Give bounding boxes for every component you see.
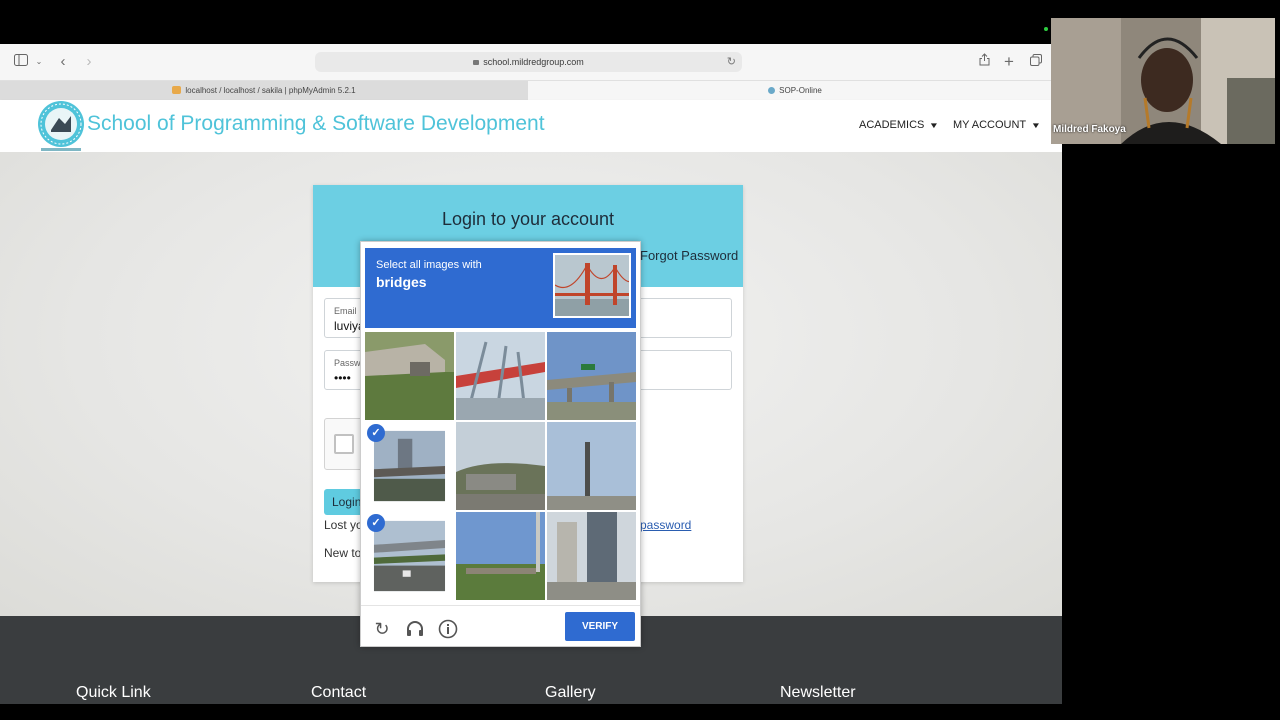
chevron-down-icon: ▼ [1030, 121, 1042, 130]
tab-label: localhost / localhost / sakila | phpMyAd… [185, 86, 356, 95]
captcha-tile[interactable] [547, 422, 636, 510]
back-icon[interactable]: ‹ [56, 53, 70, 71]
nav-label: MY ACCOUNT [953, 119, 1027, 131]
school-logo[interactable] [35, 100, 87, 152]
sop-favicon-icon [768, 87, 776, 94]
share-icon[interactable] [977, 53, 991, 71]
captcha-tile[interactable] [547, 512, 636, 600]
tab-overview-icon[interactable] [1029, 53, 1043, 71]
webcam-feed: Mildred Fakoya [1051, 18, 1275, 144]
checkmark-icon: ✓ [367, 514, 385, 532]
challenge-target: bridges [376, 274, 427, 290]
captcha-tile[interactable] [456, 512, 545, 600]
phpmyadmin-icon [172, 86, 182, 94]
captcha-tile[interactable] [547, 332, 636, 420]
tab-sop-online[interactable]: SOP-Online [528, 81, 1062, 101]
reload-icon[interactable]: ↻ [372, 619, 392, 639]
sidebar-toggle-icon[interactable] [13, 53, 29, 71]
captcha-tile[interactable] [365, 332, 454, 420]
captcha-tile[interactable] [456, 422, 545, 510]
new-user-text: New to [324, 546, 362, 560]
nav-my-account[interactable]: MY ACCOUNT ▼ [953, 119, 1042, 131]
address-bar[interactable]: school.mildredgroup.com ↻ [315, 52, 742, 72]
footer-newsletter: Newsletter [780, 684, 856, 701]
chevron-down-icon[interactable]: ⌄ [34, 53, 44, 71]
info-icon[interactable] [438, 619, 458, 639]
site-title[interactable]: School of Programming & Software Develop… [87, 112, 545, 136]
captcha-tile-selected[interactable]: ✓ [365, 512, 454, 600]
footer-contact: Contact [311, 684, 367, 701]
challenge-header: Select all images with bridges [365, 248, 636, 328]
chevron-down-icon: ▼ [929, 121, 940, 130]
nav-label: ACADEMICS [859, 119, 925, 131]
camera-indicator [1044, 27, 1048, 31]
password-value: •••• [334, 371, 351, 385]
challenge-footer-divider [361, 605, 640, 606]
email-label: Email [334, 306, 357, 316]
verify-button[interactable]: VERIFY [565, 612, 635, 641]
tab-label: SOP-Online [779, 86, 822, 95]
checkmark-icon: ✓ [367, 424, 385, 442]
audio-icon[interactable] [405, 619, 425, 639]
footer-quick-link: Quick Link [76, 684, 151, 701]
forward-icon[interactable]: › [82, 53, 96, 71]
sample-bridge-image [553, 253, 631, 318]
lost-password-text: Lost yo [324, 518, 363, 532]
site-header: School of Programming & Software Develop… [0, 100, 1062, 152]
challenge-instruction: Select all images with [376, 259, 482, 271]
browser-toolbar: ⌄ ‹ › school.mildredgroup.com ↻ + [0, 44, 1062, 80]
reload-icon[interactable]: ↻ [727, 52, 736, 72]
captcha-tile[interactable] [456, 332, 545, 420]
captcha-tile-selected[interactable]: ✓ [365, 422, 454, 510]
tab-bar: localhost / localhost / sakila | phpMyAd… [0, 80, 1062, 101]
lock-icon [473, 60, 480, 65]
recaptcha-checkbox[interactable] [334, 434, 354, 454]
forgot-password-tab[interactable]: Forgot Password [640, 248, 738, 263]
footer-gallery: Gallery [545, 684, 596, 701]
participant-name: Mildred Fakoya [1053, 124, 1126, 135]
tab-phpmyadmin[interactable]: localhost / localhost / sakila | phpMyAd… [0, 81, 528, 101]
recaptcha-challenge: Select all images with bridges ✓ ✓ ↻ VER… [360, 241, 641, 647]
new-tab-icon[interactable]: + [1002, 53, 1016, 71]
reset-password-link[interactable]: password [640, 518, 691, 532]
url-text: school.mildredgroup.com [483, 57, 584, 67]
nav-academics[interactable]: ACADEMICS ▼ [859, 119, 940, 131]
login-title: Login to your account [441, 209, 615, 229]
